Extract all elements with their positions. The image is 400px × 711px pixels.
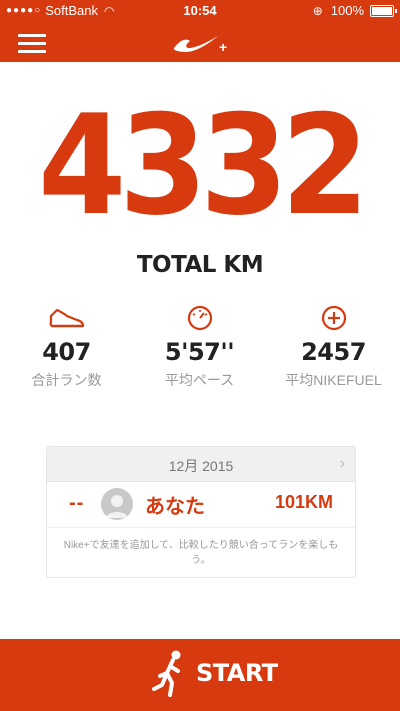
total-distance-value: 4332 bbox=[38, 85, 369, 246]
stat-value: 2457 bbox=[301, 338, 366, 366]
leaderboard-rank: -- bbox=[69, 492, 85, 514]
nike-plus-logo: + bbox=[173, 36, 227, 55]
avatar bbox=[101, 488, 133, 520]
leaderboard-distance: 101KM bbox=[274, 492, 333, 512]
stat-value: 5'57'' bbox=[164, 338, 235, 366]
runner-icon bbox=[152, 650, 181, 697]
start-run-button[interactable]: START bbox=[0, 639, 400, 711]
leaderboard-row[interactable]: -- あなた 101KM bbox=[47, 482, 355, 528]
chevron-right-icon[interactable]: › bbox=[340, 455, 345, 473]
stat-average-fuel: 2457 平均NIKEFUEL bbox=[267, 302, 400, 390]
battery-icon bbox=[370, 4, 397, 17]
leaderboard-name: あなた bbox=[145, 496, 205, 518]
leaderboard-header[interactable]: 12月 2015 › bbox=[47, 447, 355, 482]
stat-label: 平均NIKEFUEL bbox=[285, 372, 382, 388]
stat-label: 合計ラン数 bbox=[31, 372, 102, 388]
stat-average-pace: 5'57'' 平均ペース bbox=[133, 302, 266, 390]
rotation-lock-icon: ⊕ bbox=[312, 3, 323, 18]
battery-percent: 100% bbox=[330, 3, 364, 18]
stat-value: 407 bbox=[42, 338, 91, 366]
total-distance-label: TOTAL KM bbox=[136, 252, 264, 278]
logo-plus: + bbox=[219, 39, 227, 55]
menu-icon[interactable] bbox=[18, 34, 46, 53]
stat-total-runs: 407 合計ラン数 bbox=[0, 302, 133, 390]
status-bar: ●●●●○ SoftBank ◠ 10:54 ⊕ 100% bbox=[0, 0, 400, 22]
stopwatch-icon bbox=[187, 305, 212, 331]
status-right: ⊕ 100% bbox=[312, 3, 397, 18]
stats-row: 407 合計ラン数 5'57'' 平均ペース 2457 平均NIKEFUEL bbox=[0, 302, 400, 402]
leaderboard-month: 12月 2015 bbox=[168, 458, 234, 474]
stat-label: 平均ペース bbox=[164, 372, 235, 388]
leaderboard-card: 12月 2015 › -- あなた 101KM Nike+で友達を追加して、比較… bbox=[46, 446, 356, 578]
shoe-icon bbox=[49, 308, 84, 328]
add-friends-note: Nike+で友達を追加して、比較したり競い合ってランを楽しもう。 bbox=[63, 540, 339, 566]
fuel-icon bbox=[321, 305, 346, 331]
start-label: START bbox=[196, 659, 278, 687]
user-silhouette-icon bbox=[106, 495, 128, 518]
nav-bar: + bbox=[0, 22, 400, 62]
